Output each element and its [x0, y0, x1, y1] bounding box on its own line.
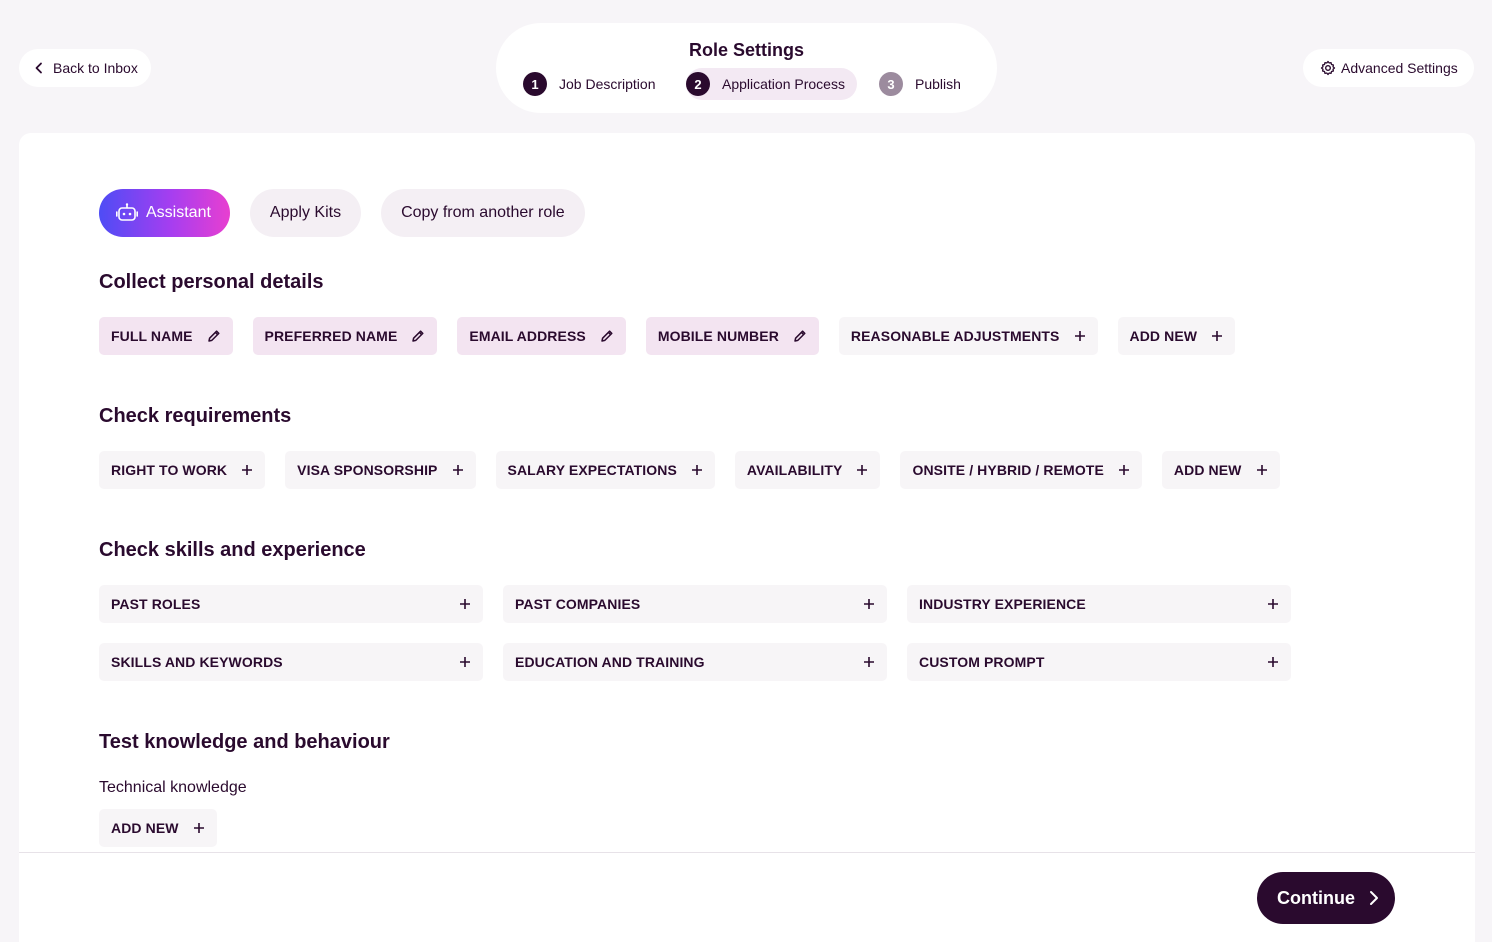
step-job-description[interactable]: 1 Job Description — [523, 68, 656, 100]
step-application-process[interactable]: 2 Application Process — [686, 68, 857, 100]
chip-label: REASONABLE ADJUSTMENTS — [850, 328, 1060, 344]
assistant-button[interactable]: Assistant — [99, 189, 230, 237]
pencil-icon — [600, 329, 614, 343]
skills-grid: PAST ROLES PAST COMPANIES INDUSTRY EXPER… — [99, 585, 1291, 681]
chip-add-new-requirements[interactable]: ADD NEW — [1161, 451, 1280, 489]
chip-mobile-number[interactable]: MOBILE NUMBER — [645, 317, 819, 355]
chip-label: INDUSTRY EXPERIENCE — [919, 596, 1086, 612]
chip-full-name[interactable]: FULL NAME — [99, 317, 233, 355]
chip-industry-experience[interactable]: INDUSTRY EXPERIENCE — [907, 585, 1291, 623]
pencil-icon — [207, 329, 221, 343]
chip-label: ADD NEW — [1129, 328, 1198, 344]
chip-visa-sponsorship[interactable]: VISA SPONSORSHIP — [285, 451, 476, 489]
chip-label: SKILLS AND KEYWORDS — [111, 654, 283, 670]
chip-education-and-training[interactable]: EDUCATION AND TRAINING — [503, 643, 887, 681]
plus-icon — [1256, 464, 1268, 476]
step-number: 1 — [523, 72, 547, 96]
chip-past-companies[interactable]: PAST COMPANIES — [503, 585, 887, 623]
plus-icon — [1211, 330, 1223, 342]
top-actions: Assistant Apply Kits Copy from another r… — [99, 189, 585, 237]
chip-reasonable-adjustments[interactable]: REASONABLE ADJUSTMENTS — [838, 317, 1098, 355]
chip-preferred-name[interactable]: PREFERRED NAME — [252, 317, 438, 355]
section-title-requirements: Check requirements — [99, 405, 292, 427]
plus-icon — [459, 656, 471, 668]
chip-label: CUSTOM PROMPT — [919, 654, 1045, 670]
plus-icon — [452, 464, 464, 476]
plus-icon — [856, 464, 868, 476]
chip-email-address[interactable]: EMAIL ADDRESS — [457, 317, 626, 355]
continue-label: Continue — [1277, 887, 1355, 908]
chip-label: RIGHT TO WORK — [111, 462, 228, 478]
plus-icon — [1267, 598, 1279, 610]
continue-button[interactable]: Continue — [1257, 872, 1395, 924]
apply-kits-button[interactable]: Apply Kits — [249, 189, 362, 237]
chip-label: EMAIL ADDRESS — [469, 328, 586, 344]
plus-icon — [459, 598, 471, 610]
chip-label: MOBILE NUMBER — [657, 328, 779, 344]
technical-knowledge-label: Technical knowledge — [99, 779, 247, 796]
section-title-knowledge: Test knowledge and behaviour — [99, 731, 390, 753]
section-title-personal: Collect personal details — [99, 271, 324, 293]
chip-onsite-hybrid-remote[interactable]: ONSITE / HYBRID / REMOTE — [900, 451, 1142, 489]
plus-icon — [1118, 464, 1130, 476]
chip-custom-prompt[interactable]: CUSTOM PROMPT — [907, 643, 1291, 681]
chip-label: ADD NEW — [111, 820, 179, 836]
chip-label: ADD NEW — [1173, 462, 1242, 478]
advanced-settings-label: Advanced Settings — [1341, 60, 1458, 76]
chevron-left-icon — [35, 62, 42, 74]
page-title: Role Settings — [688, 40, 804, 60]
pencil-icon — [411, 329, 425, 343]
chip-label: EDUCATION AND TRAINING — [515, 654, 705, 670]
plus-icon — [1267, 656, 1279, 668]
plus-icon — [863, 656, 875, 668]
assistant-label: Assistant — [146, 204, 211, 221]
chip-skills-and-keywords[interactable]: SKILLS AND KEYWORDS — [99, 643, 483, 681]
main-card: Assistant Apply Kits Copy from another r… — [19, 133, 1475, 942]
footer-bar: Continue — [19, 852, 1475, 942]
chip-label: VISA SPONSORSHIP — [297, 462, 438, 478]
advanced-settings-button[interactable]: Advanced Settings — [1303, 49, 1474, 87]
chip-add-new-personal[interactable]: ADD NEW — [1117, 317, 1236, 355]
section-title-skills: Check skills and experience — [99, 539, 366, 561]
chip-label: ONSITE / HYBRID / REMOTE — [912, 462, 1104, 478]
chip-label: PREFERRED NAME — [264, 328, 398, 344]
step-publish[interactable]: 3 Publish — [879, 68, 961, 100]
stepper-card: Role Settings 1 Job Description 2 Applic… — [496, 23, 997, 113]
knowledge-chip-row: ADD NEW — [99, 809, 217, 847]
chip-label: PAST COMPANIES — [515, 596, 641, 612]
step-label: Publish — [915, 76, 961, 92]
chip-label: FULL NAME — [111, 328, 193, 344]
back-to-inbox-button[interactable]: Back to Inbox — [19, 49, 151, 87]
step-number: 3 — [879, 72, 903, 96]
plus-icon — [193, 822, 205, 834]
step-number: 2 — [686, 72, 710, 96]
chip-salary-expectations[interactable]: SALARY EXPECTATIONS — [495, 451, 715, 489]
step-label: Application Process — [722, 76, 845, 92]
requirements-chip-row: RIGHT TO WORK VISA SPONSORSHIP SALARY EX… — [99, 451, 1280, 489]
chip-right-to-work[interactable]: RIGHT TO WORK — [99, 451, 266, 489]
plus-icon — [863, 598, 875, 610]
pencil-icon — [793, 329, 807, 343]
plus-icon — [691, 464, 703, 476]
gear-icon — [1320, 60, 1336, 76]
back-to-inbox-label: Back to Inbox — [53, 60, 138, 76]
chip-label: PAST ROLES — [111, 596, 201, 612]
personal-chip-row: FULL NAME PREFERRED NAME EMAIL ADDRESS M… — [99, 317, 1236, 355]
chip-label: AVAILABILITY — [746, 462, 843, 478]
robot-icon — [116, 203, 138, 221]
chip-label: SALARY EXPECTATIONS — [507, 462, 677, 478]
chip-past-roles[interactable]: PAST ROLES — [99, 585, 483, 623]
plus-icon — [1074, 330, 1086, 342]
step-label: Job Description — [559, 76, 656, 92]
chevron-right-icon — [1370, 891, 1378, 905]
plus-icon — [241, 464, 253, 476]
chip-add-new-knowledge[interactable]: ADD NEW — [99, 809, 217, 847]
copy-from-role-button[interactable]: Copy from another role — [381, 189, 585, 237]
chip-availability[interactable]: AVAILABILITY — [734, 451, 881, 489]
